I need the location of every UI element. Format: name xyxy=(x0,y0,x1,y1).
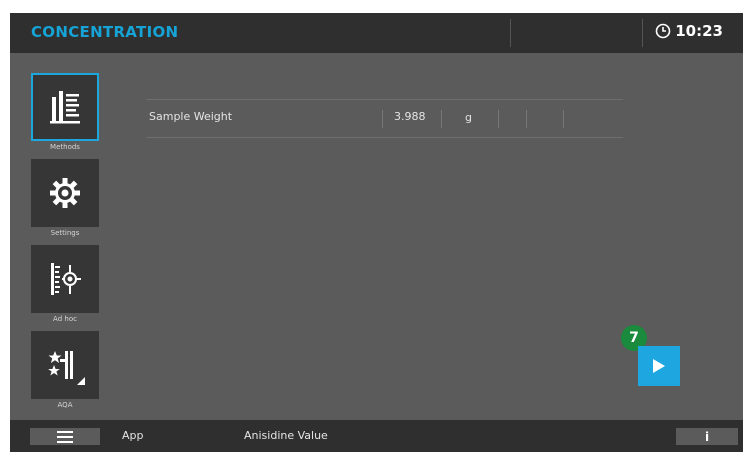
method-name: Anisidine Value xyxy=(244,429,328,442)
sidebar-label-settings: Settings xyxy=(50,229,80,237)
cell-divider xyxy=(441,110,442,128)
top-bar: CONCENTRATION 10:23 xyxy=(10,13,743,53)
hamburger-icon xyxy=(57,430,73,443)
start-button[interactable] xyxy=(638,346,680,386)
sample-weight-unit: g xyxy=(465,111,472,124)
info-button[interactable]: i xyxy=(676,428,738,445)
app-label: App xyxy=(122,429,144,442)
header-divider xyxy=(510,19,511,47)
row-top-divider xyxy=(146,99,623,100)
header-divider xyxy=(642,19,643,47)
methods-icon xyxy=(50,91,80,124)
aqa-icon xyxy=(48,351,85,385)
sidebar-item-ad-hoc[interactable] xyxy=(31,245,99,313)
sidebar-item-methods[interactable] xyxy=(31,73,99,141)
cell-divider xyxy=(382,110,383,128)
sidebar-label-aqa: AQA xyxy=(57,401,73,409)
sample-weight-value[interactable]: 3.988 xyxy=(394,110,426,123)
sidebar-label-methods: Methods xyxy=(50,143,80,151)
clock: 10:23 xyxy=(655,22,723,40)
instrument-screen: CONCENTRATION 10:23 Methods Settings Ad … xyxy=(10,13,743,452)
cell-divider xyxy=(563,110,564,128)
play-icon xyxy=(653,359,665,373)
ad-hoc-icon xyxy=(51,263,81,295)
row-bottom-divider xyxy=(146,137,623,138)
sidebar-item-settings[interactable] xyxy=(31,159,99,227)
bottom-bar: App Anisidine Value i xyxy=(10,420,743,452)
sample-weight-label: Sample Weight xyxy=(149,110,233,123)
page-title: CONCENTRATION xyxy=(31,23,179,41)
cell-divider xyxy=(526,110,527,128)
clock-icon xyxy=(655,23,671,39)
clock-time: 10:23 xyxy=(675,22,723,40)
sidebar-item-aqa[interactable] xyxy=(31,331,99,399)
menu-button[interactable] xyxy=(30,428,100,445)
cell-divider xyxy=(498,110,499,128)
gear-icon xyxy=(50,178,80,208)
sidebar-label-ad-hoc: Ad hoc xyxy=(53,315,77,323)
